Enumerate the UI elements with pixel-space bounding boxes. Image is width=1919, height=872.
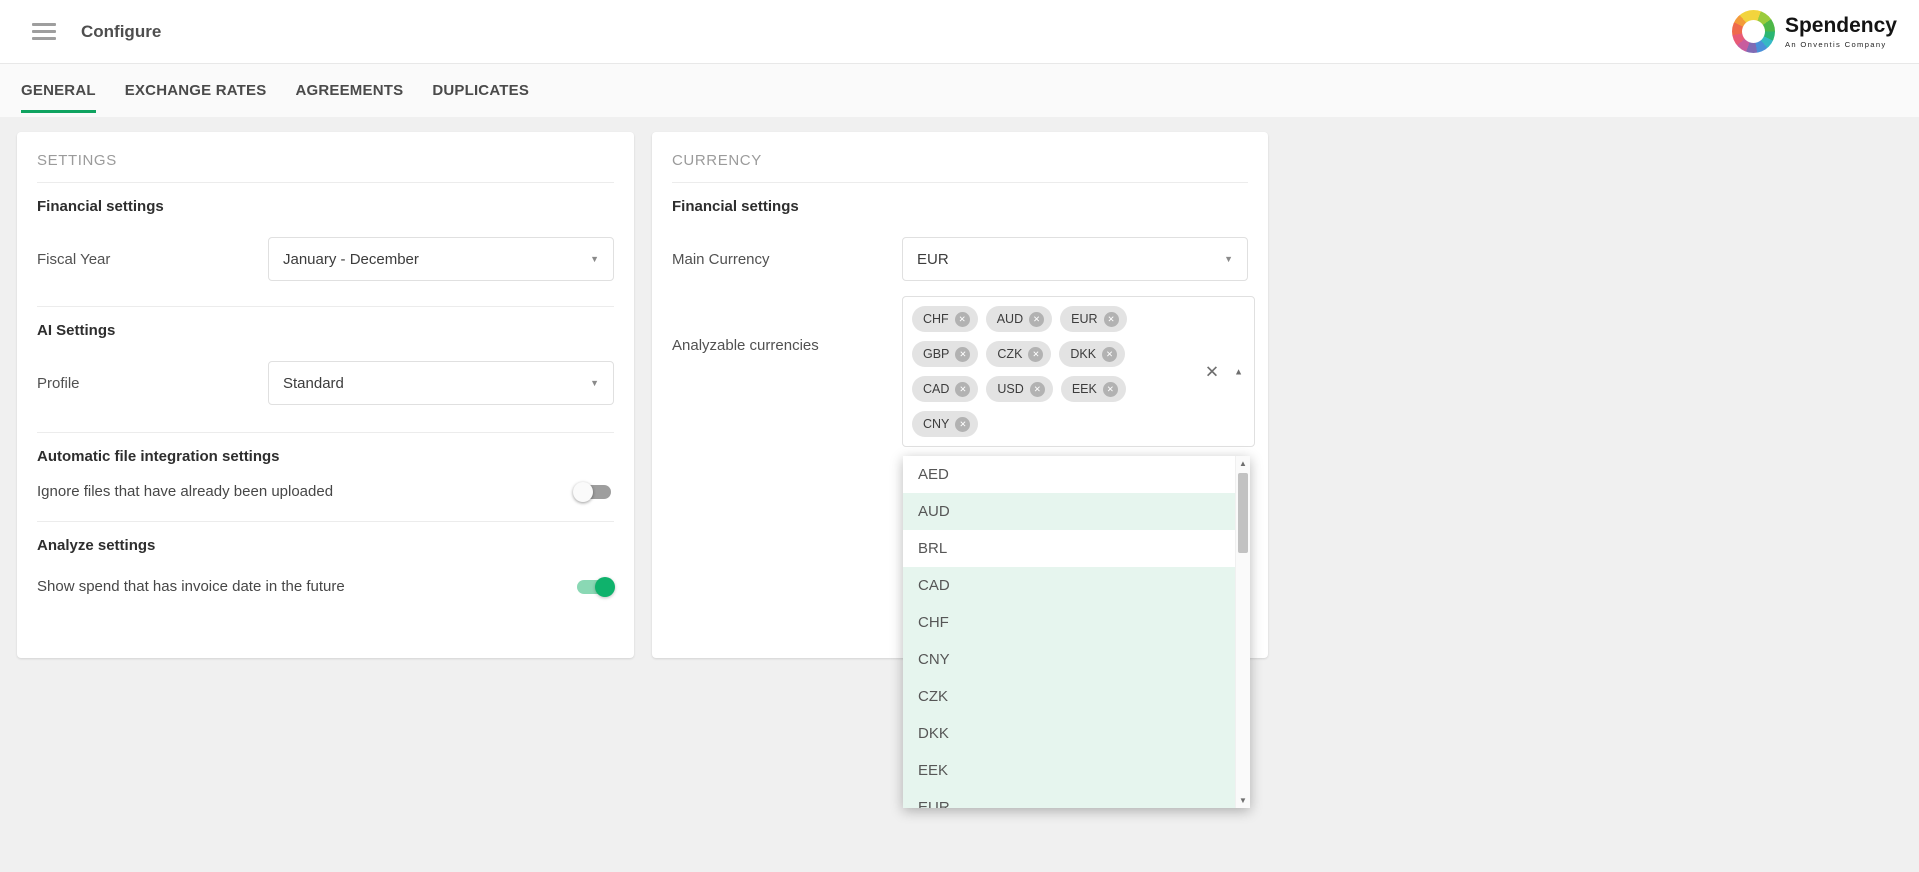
currency-chip-gbp: GBP ✕ (912, 341, 978, 367)
scrollbar-thumb[interactable] (1238, 473, 1248, 553)
tab-general[interactable]: GENERAL (21, 64, 96, 117)
dropdown-option-aed[interactable]: AED (903, 456, 1250, 493)
spendency-logo: Spendency An Onventis Company (1732, 10, 1897, 53)
currency-dropdown: AEDAUDBRLCADCHFCNYCZKDKKEEKEUR ▲ ▼ (903, 456, 1250, 808)
fiscal-year-select[interactable]: January - December ▼ (268, 237, 614, 281)
financial-settings-header: Financial settings (37, 198, 614, 215)
future-invoice-label: Show spend that has invoice date in the … (37, 578, 345, 595)
currency-card-title: CURRENCY (672, 132, 1248, 183)
chip-remove-icon[interactable]: ✕ (955, 347, 970, 362)
page-title: Configure (81, 22, 161, 42)
main-currency-select[interactable]: EUR ▼ (902, 237, 1248, 281)
dropdown-scrollbar[interactable]: ▲ ▼ (1235, 456, 1250, 808)
scroll-up-icon[interactable]: ▲ (1236, 459, 1250, 468)
chevron-up-icon[interactable]: ▲ (1234, 367, 1243, 376)
file-integration-header: Automatic file integration settings (37, 448, 614, 465)
chip-remove-icon[interactable]: ✕ (1030, 382, 1045, 397)
logo-brand-text: Spendency (1785, 14, 1897, 37)
currency-chip-czk: CZK ✕ (986, 341, 1051, 367)
chip-remove-icon[interactable]: ✕ (1029, 312, 1044, 327)
tab-duplicates[interactable]: DUPLICATES (432, 64, 529, 117)
analyzable-currencies-row: Analyzable currencies CHF ✕ AUD ✕ EUR ✕ … (672, 296, 1248, 447)
currency-chip-dkk: DKK ✕ (1059, 341, 1125, 367)
main-currency-value: EUR (917, 251, 949, 268)
app-header: Configure Spendency An Onventis Company (0, 0, 1919, 63)
toggle-knob (573, 482, 593, 502)
hamburger-menu-icon[interactable] (32, 19, 56, 44)
settings-card-title: SETTINGS (37, 132, 614, 183)
tab-exchange-rates[interactable]: EXCHANGE RATES (125, 64, 267, 117)
analyzable-currencies-field[interactable]: CHF ✕ AUD ✕ EUR ✕ GBP ✕ CZK ✕ DKK ✕ CAD … (902, 296, 1255, 447)
currency-chip-eur: EUR ✕ (1060, 306, 1126, 332)
fiscal-year-value: January - December (283, 251, 419, 268)
currency-dropdown-list: AEDAUDBRLCADCHFCNYCZKDKKEEKEUR (903, 456, 1250, 808)
profile-value: Standard (283, 375, 344, 392)
scroll-down-icon[interactable]: ▼ (1236, 796, 1250, 805)
currency-chip-chf: CHF ✕ (912, 306, 978, 332)
main-currency-row: Main Currency EUR ▼ (672, 237, 1248, 281)
profile-select[interactable]: Standard ▼ (268, 361, 614, 405)
analyze-settings-header: Analyze settings (37, 537, 614, 554)
chip-remove-icon[interactable]: ✕ (955, 312, 970, 327)
settings-card: SETTINGS Financial settings Fiscal Year … (17, 132, 634, 658)
toggle-knob (595, 577, 615, 597)
dropdown-option-cad[interactable]: CAD (903, 567, 1250, 604)
ai-settings-header: AI Settings (37, 322, 614, 339)
profile-label: Profile (37, 375, 268, 392)
ignore-files-toggle[interactable] (577, 485, 611, 499)
dropdown-option-eur[interactable]: EUR (903, 789, 1250, 808)
logo-tagline-text: An Onventis Company (1785, 40, 1897, 49)
chip-remove-icon[interactable]: ✕ (1028, 347, 1043, 362)
ignore-files-label: Ignore files that have already been uplo… (37, 483, 333, 500)
divider (37, 432, 614, 433)
chevron-down-icon: ▼ (590, 255, 599, 264)
fiscal-year-label: Fiscal Year (37, 251, 268, 268)
main-currency-label: Main Currency (672, 251, 902, 268)
chip-remove-icon[interactable]: ✕ (955, 382, 970, 397)
dropdown-option-czk[interactable]: CZK (903, 678, 1250, 715)
currency-chip-eek: EEK ✕ (1061, 376, 1126, 402)
dropdown-option-eek[interactable]: EEK (903, 752, 1250, 789)
spendency-logo-icon (1732, 10, 1775, 53)
chip-remove-icon[interactable]: ✕ (1104, 312, 1119, 327)
financial-settings-header: Financial settings (672, 198, 1248, 215)
future-invoice-row: Show spend that has invoice date in the … (37, 578, 614, 595)
tab-bar: GENERAL EXCHANGE RATES AGREEMENTS DUPLICATE… (0, 63, 1919, 117)
clear-all-icon[interactable]: ✕ (1205, 363, 1219, 380)
chevron-down-icon: ▼ (1224, 255, 1233, 264)
dropdown-option-chf[interactable]: CHF (903, 604, 1250, 641)
fiscal-year-row: Fiscal Year January - December ▼ (37, 237, 614, 281)
dropdown-option-cny[interactable]: CNY (903, 641, 1250, 678)
chip-remove-icon[interactable]: ✕ (955, 417, 970, 432)
dropdown-option-dkk[interactable]: DKK (903, 715, 1250, 752)
divider (37, 306, 614, 307)
currency-chip-cny: CNY ✕ (912, 411, 978, 437)
tab-agreements[interactable]: AGREEMENTS (295, 64, 403, 117)
currency-chips: CHF ✕ AUD ✕ EUR ✕ GBP ✕ CZK ✕ DKK ✕ CAD … (912, 306, 1198, 437)
currency-chip-aud: AUD ✕ (986, 306, 1052, 332)
profile-row: Profile Standard ▼ (37, 361, 614, 405)
currency-chip-cad: CAD ✕ (912, 376, 978, 402)
chevron-down-icon: ▼ (590, 379, 599, 388)
analyzable-currencies-label: Analyzable currencies (672, 337, 902, 354)
currency-card: CURRENCY Financial settings Main Currenc… (652, 132, 1268, 658)
chip-remove-icon[interactable]: ✕ (1102, 347, 1117, 362)
chip-remove-icon[interactable]: ✕ (1103, 382, 1118, 397)
currency-chip-usd: USD ✕ (986, 376, 1052, 402)
dropdown-option-brl[interactable]: BRL (903, 530, 1250, 567)
dropdown-option-aud[interactable]: AUD (903, 493, 1250, 530)
divider (37, 521, 614, 522)
ignore-files-row: Ignore files that have already been uplo… (37, 483, 614, 500)
future-invoice-toggle[interactable] (577, 580, 611, 594)
